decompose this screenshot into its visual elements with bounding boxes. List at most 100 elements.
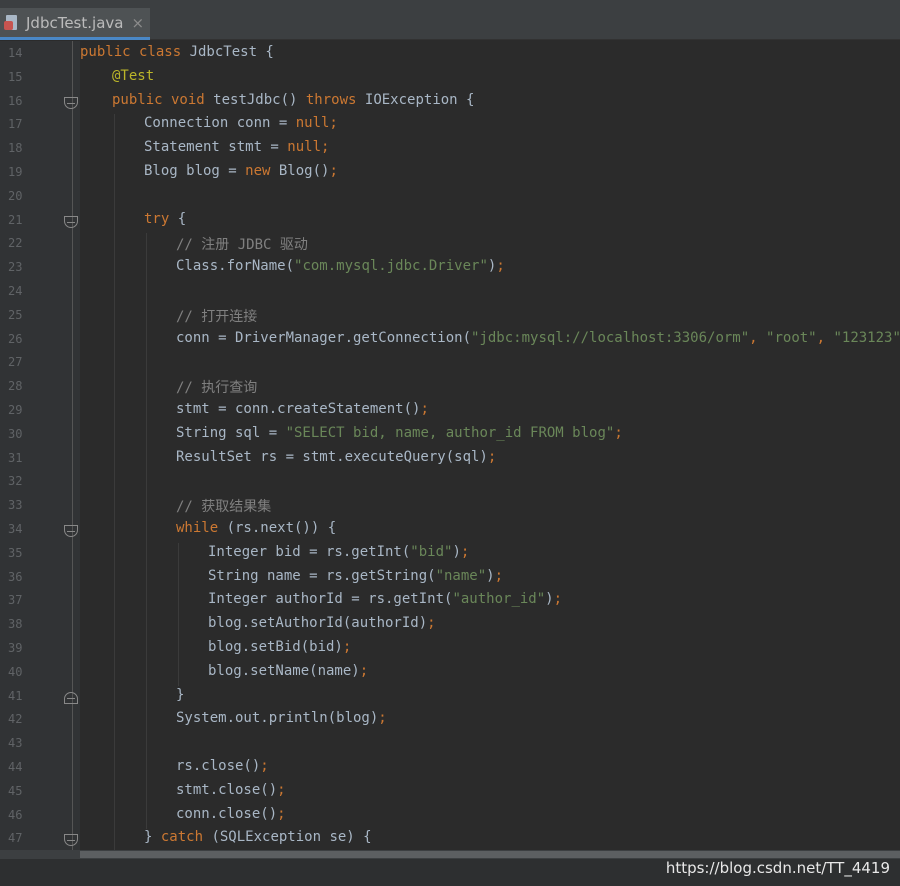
code-token: Blog() — [278, 162, 330, 179]
indent-guide — [114, 280, 115, 305]
code-line[interactable]: 46 conn.close(); — [0, 804, 900, 829]
code-line[interactable]: 40 blog.setName(name); — [0, 661, 900, 686]
code-token: ) — [452, 543, 461, 560]
indent-guide — [146, 304, 147, 329]
code-line[interactable]: 43 — [0, 733, 900, 758]
code-line[interactable]: 34 while (rs.next()) { — [0, 518, 900, 543]
indent-guide — [114, 185, 115, 210]
code-token: JdbcTest { — [189, 44, 274, 60]
keyword-token: public void — [112, 91, 214, 108]
code-text: System.out.println(blog); — [176, 710, 387, 726]
line-number: 39 — [8, 640, 23, 655]
keyword-token: ; — [614, 424, 623, 441]
code-line[interactable]: 18 Statement stmt = null; — [0, 138, 900, 163]
code-line[interactable]: 32 — [0, 471, 900, 496]
code-token: Integer bid = rs.getInt( — [208, 543, 411, 560]
code-token: conn.close() — [176, 805, 278, 822]
code-text: Statement stmt = null; — [144, 139, 329, 155]
indent-guide — [146, 399, 147, 424]
code-line[interactable]: 22 // 注册 JDBC 驱动 — [0, 233, 900, 258]
code-line[interactable]: 41} — [0, 685, 900, 710]
code-line[interactable]: 17 Connection conn = null; — [0, 114, 900, 139]
code-token: blog.setBid(bid) — [208, 638, 343, 655]
code-text: // 获取结果集 — [176, 496, 271, 516]
line-number: 15 — [8, 69, 23, 84]
code-line[interactable]: 23 Class.forName("com.mysql.jdbc.Driver")… — [0, 257, 900, 282]
code-line[interactable]: 20 — [0, 185, 900, 210]
comment-token: // 注册 JDBC 驱动 — [176, 237, 308, 254]
horizontal-scrollbar-thumb[interactable] — [80, 851, 900, 858]
fold-toggle-icon[interactable] — [64, 691, 78, 704]
horizontal-scrollbar[interactable] — [0, 850, 900, 859]
indent-guide — [178, 661, 179, 686]
keyword-token: , — [749, 329, 767, 346]
indent-guide — [178, 566, 179, 591]
indent-guide — [146, 709, 147, 734]
code-line[interactable]: 19 Blog blog = new Blog(); — [0, 161, 900, 186]
indent-guide — [114, 114, 115, 139]
code-token: ) — [486, 567, 495, 584]
tab-jdbctest-java[interactable]: JdbcTest.java × — [0, 8, 150, 40]
code-token: ) — [545, 591, 554, 608]
indent-guide — [114, 328, 115, 353]
code-editor[interactable]: 14 public class JdbcTest {15 @Test 16 public… — [0, 41, 900, 850]
code-text: blog.setBid(bid); — [208, 639, 351, 655]
code-text: Connection conn = null; — [144, 115, 338, 131]
line-number: 29 — [8, 402, 23, 417]
line-number: 42 — [8, 712, 23, 727]
string-token: "SELECT bid, name, author_id FROM blog" — [285, 424, 615, 441]
keyword-token: ; — [496, 258, 505, 275]
code-line[interactable]: 33 // 获取结果集 — [0, 495, 900, 520]
code-line[interactable]: 45 stmt.close(); — [0, 780, 900, 805]
indent-guide — [114, 304, 115, 329]
keyword-token: null; — [295, 115, 338, 132]
indent-guide — [114, 471, 115, 496]
indent-guide — [114, 661, 115, 686]
code-line[interactable]: 38 blog.setAuthorId(authorId); — [0, 614, 900, 639]
code-text: conn.close(); — [176, 806, 286, 822]
fold-toggle-icon[interactable] — [64, 96, 78, 109]
code-line[interactable]: 25 // 打开连接 — [0, 304, 900, 329]
code-line[interactable]: 29 stmt = conn.createStatement(); — [0, 399, 900, 424]
code-line[interactable]: 24 — [0, 280, 900, 305]
code-line[interactable]: 14 public class JdbcTest { — [0, 43, 900, 67]
code-line[interactable]: 44 rs.close(); — [0, 756, 900, 781]
line-number: 22 — [8, 236, 23, 251]
fold-toggle-icon[interactable] — [64, 524, 78, 537]
line-number: 19 — [8, 164, 23, 179]
code-line[interactable]: 42 System.out.println(blog); — [0, 709, 900, 734]
keyword-token: ; — [420, 400, 429, 417]
code-line[interactable]: 31 ResultSet rs = stmt.executeQuery(sql); — [0, 447, 900, 472]
code-text: rs.close(); — [176, 758, 269, 774]
code-line[interactable]: 15 @Test — [0, 67, 900, 91]
indent-guide — [114, 614, 115, 639]
keyword-token: ; — [277, 781, 286, 798]
code-line[interactable]: 16 public void testJdbc() throws IOExcept… — [0, 91, 900, 115]
code-line[interactable]: 37 Integer authorId = rs.getInt("author_i… — [0, 590, 900, 615]
fold-toggle-icon[interactable] — [64, 215, 78, 228]
code-line[interactable]: 39 blog.setBid(bid); — [0, 637, 900, 662]
indent-guide — [146, 614, 147, 639]
line-number: 37 — [8, 593, 23, 608]
keyword-token: ; — [553, 591, 563, 608]
code-line[interactable]: 28 // 执行查询 — [0, 376, 900, 401]
line-number: 44 — [8, 759, 23, 774]
code-line[interactable]: 30 String sql = "SELECT bid, name, author… — [0, 423, 900, 448]
code-line[interactable]: 47} catch (SQLException se) { — [0, 828, 900, 850]
code-line[interactable]: 35 Integer bid = rs.getInt("bid"); — [0, 542, 900, 567]
line-number: 47 — [8, 831, 23, 846]
close-tab-icon[interactable]: × — [131, 14, 144, 32]
string-token: "jdbc:mysql://localhost:3306/orm" — [471, 329, 750, 346]
code-token: ResultSet rs = stmt.executeQuery(sql) — [176, 448, 488, 465]
code-line[interactable]: 21 try { — [0, 209, 900, 234]
java-class-icon — [4, 14, 18, 31]
string-token: "123123" — [833, 329, 900, 346]
code-line[interactable]: 36 String name = rs.getString("name"); — [0, 566, 900, 591]
fold-toggle-icon[interactable] — [64, 834, 78, 847]
comment-token: // 打开连接 — [176, 308, 258, 325]
keyword-token: ; — [359, 662, 369, 679]
line-number: 25 — [8, 307, 23, 322]
indent-guide — [146, 518, 147, 543]
code-line[interactable]: 26 conn = DriverManager.getConnection("jd… — [0, 328, 900, 353]
code-line[interactable]: 27 — [0, 352, 900, 377]
